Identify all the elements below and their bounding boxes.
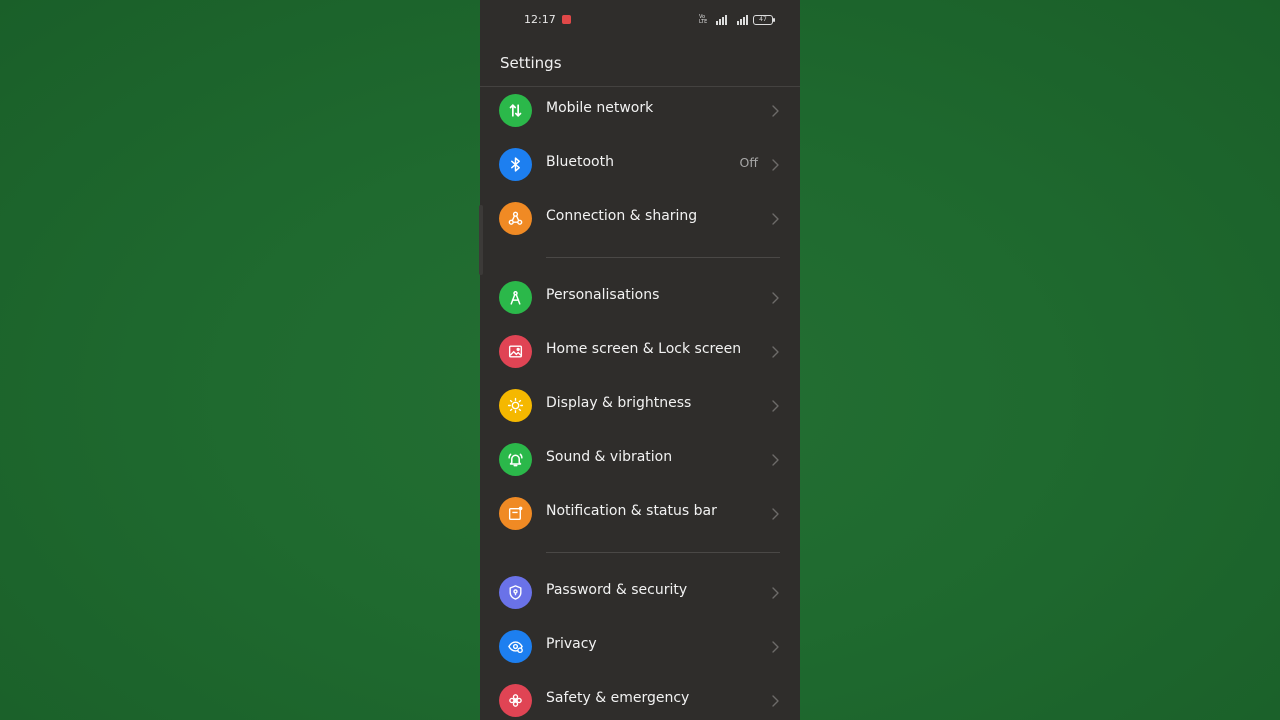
signal-icon-1 <box>716 13 727 25</box>
chevron-right-icon <box>770 344 780 358</box>
settings-item-label: Display & brightness <box>546 395 692 411</box>
bluetooth-icon <box>499 148 532 181</box>
settings-item-label: Notification & status bar <box>546 503 717 519</box>
notification-icon <box>562 15 571 24</box>
eye-icon <box>499 630 532 663</box>
settings-screen: 12:17 Vo LTE 47 Settings Mobile network B… <box>480 0 800 720</box>
settings-item-label: Connection & sharing <box>546 208 698 224</box>
chevron-right-icon <box>770 103 780 117</box>
settings-item-label: Privacy <box>546 636 597 652</box>
settings-item-label: Mobile network <box>546 100 654 116</box>
settings-item-value: Off <box>739 155 758 170</box>
settings-item-home-screen-lock-screen[interactable]: Home screen & Lock screen <box>480 324 800 378</box>
chevron-right-icon <box>770 398 780 412</box>
battery-icon: 47 <box>753 15 775 25</box>
settings-item-personalisations[interactable]: Personalisations <box>480 270 800 324</box>
settings-item-privacy[interactable]: Privacy <box>480 619 800 673</box>
asterisk-icon <box>499 684 532 717</box>
chevron-right-icon <box>770 585 780 599</box>
notification-icon <box>499 497 532 530</box>
status-bar: 12:17 Vo LTE 47 <box>480 0 800 40</box>
settings-item-connection-sharing[interactable]: Connection & sharing <box>480 191 800 245</box>
chevron-right-icon <box>770 290 780 304</box>
connection-icon <box>499 202 532 235</box>
chevron-right-icon <box>770 211 780 225</box>
signal-icon-2 <box>737 13 748 25</box>
group-divider <box>546 552 780 553</box>
settings-item-mobile-network[interactable]: Mobile network <box>480 83 800 137</box>
status-time: 12:17 <box>524 13 556 26</box>
chevron-right-icon <box>770 639 780 653</box>
image-icon <box>499 335 532 368</box>
page-title: Settings <box>500 54 562 72</box>
scroll-handle[interactable] <box>479 205 483 275</box>
settings-item-sound-vibration[interactable]: Sound & vibration <box>480 432 800 486</box>
group-divider <box>546 257 780 258</box>
chevron-right-icon <box>770 452 780 466</box>
settings-item-password-security[interactable]: Password & security <box>480 565 800 619</box>
bell-icon <box>499 443 532 476</box>
mobile-data-icon <box>499 94 532 127</box>
settings-item-label: Home screen & Lock screen <box>546 341 742 357</box>
volte-icon: Vo LTE <box>699 14 708 25</box>
settings-item-label: Sound & vibration <box>546 449 673 465</box>
settings-item-bluetooth[interactable]: Bluetooth Off <box>480 137 800 191</box>
chevron-right-icon <box>770 157 780 171</box>
settings-item-label: Bluetooth <box>546 154 614 170</box>
settings-item-label: Safety & emergency <box>546 690 690 706</box>
chevron-right-icon <box>770 506 780 520</box>
chevron-right-icon <box>770 693 780 707</box>
settings-item-notification-status-bar[interactable]: Notification & status bar <box>480 486 800 540</box>
settings-item-label: Personalisations <box>546 287 660 303</box>
sun-icon <box>499 389 532 422</box>
shield-icon <box>499 576 532 609</box>
settings-item-display-brightness[interactable]: Display & brightness <box>480 378 800 432</box>
settings-item-safety-emergency[interactable]: Safety & emergency <box>480 673 800 720</box>
settings-item-label: Password & security <box>546 582 688 598</box>
compass-icon <box>499 281 532 314</box>
